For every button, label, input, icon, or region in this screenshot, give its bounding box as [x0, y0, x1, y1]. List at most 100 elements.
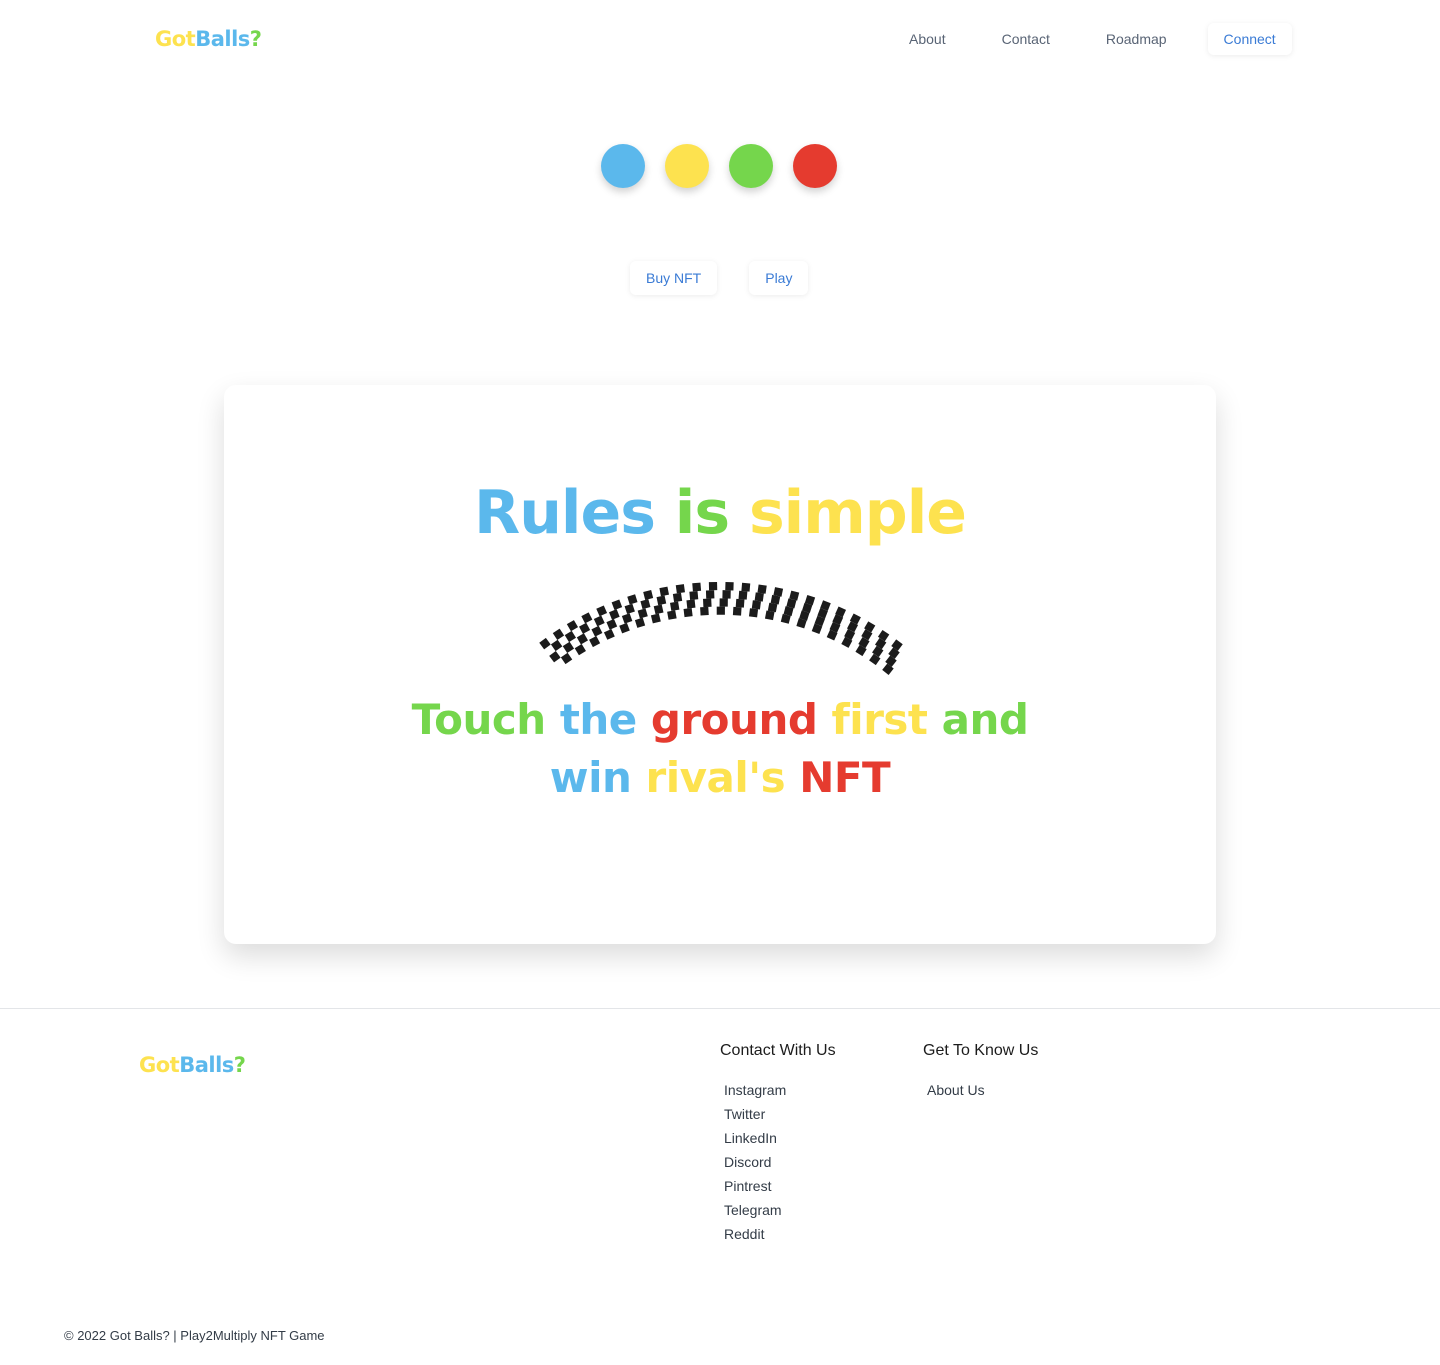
- subtitle-word: rival's: [645, 753, 786, 802]
- flag-square: [593, 615, 605, 627]
- flag-square: [564, 630, 577, 643]
- subtitle-word: win: [549, 753, 632, 802]
- flag-square: [705, 590, 715, 599]
- flag-square: [596, 605, 608, 617]
- flag-square: [549, 650, 561, 663]
- flag-square: [689, 591, 699, 600]
- logo-got: Got: [139, 1053, 180, 1077]
- footer-logo[interactable]: GotBalls?: [139, 1053, 246, 1077]
- flag-square: [754, 592, 764, 602]
- footer-link-discord[interactable]: Discord: [724, 1152, 836, 1176]
- flag-square: [603, 628, 615, 640]
- main-nav: About Contact Roadmap Connect: [890, 22, 1292, 56]
- ball-1: [665, 144, 709, 188]
- buy-nft-button[interactable]: Buy NFT: [630, 261, 718, 295]
- footer-know-column: Get To Know Us About Us: [923, 1042, 1038, 1104]
- flag-square: [741, 582, 751, 592]
- action-buttons: Buy NFT Play: [630, 261, 840, 295]
- nav-about[interactable]: About: [890, 22, 965, 56]
- flag-square: [692, 582, 702, 592]
- footer-link-pintrest[interactable]: Pintrest: [724, 1176, 836, 1200]
- page: GotBalls? About Contact Roadmap Connect …: [0, 0, 1440, 1365]
- footer-link-reddit[interactable]: Reddit: [724, 1224, 836, 1248]
- rules-subtitle-line1: Touch the ground first and: [224, 691, 1216, 749]
- flag-square: [748, 608, 759, 618]
- nav-contact[interactable]: Contact: [983, 22, 1069, 56]
- flag-square: [757, 584, 767, 594]
- flag-square: [719, 598, 728, 607]
- flag-square: [624, 603, 635, 615]
- footer-link-twitter[interactable]: Twitter: [724, 1104, 836, 1128]
- logo-question: ?: [249, 27, 262, 51]
- flag-square: [640, 599, 651, 610]
- flag-square: [606, 618, 618, 630]
- flag-square: [722, 590, 731, 599]
- title-word: simple: [748, 478, 967, 548]
- footer-divider: [0, 1008, 1440, 1009]
- flag-square: [659, 586, 669, 597]
- flag-square: [672, 592, 683, 603]
- flag-square: [562, 641, 575, 654]
- flag-square: [576, 633, 589, 645]
- connect-button[interactable]: Connect: [1207, 23, 1292, 55]
- play-button[interactable]: Play: [749, 261, 809, 295]
- flag-square: [686, 599, 696, 609]
- flag-square: [552, 628, 565, 640]
- flag-square: [566, 620, 579, 632]
- flag-square: [574, 643, 586, 656]
- flag-square: [621, 613, 633, 624]
- flag-square: [650, 613, 661, 624]
- footer-contact-heading: Contact With Us: [720, 1042, 836, 1059]
- flag-square: [669, 601, 680, 611]
- flag-square: [738, 590, 748, 600]
- logo-got: Got: [155, 27, 196, 51]
- rules-subtitle: Touch the ground first and win rival's N…: [224, 691, 1216, 807]
- footer-link-telegram[interactable]: Telegram: [724, 1200, 836, 1224]
- rules-title: Rules is simple: [224, 473, 1216, 553]
- footer-contact-column: Contact With Us Instagram Twitter LinkedIn…: [720, 1042, 836, 1248]
- flag-square: [735, 598, 745, 608]
- copyright: © 2022 Got Balls? | Play2Multiply NFT Ga…: [64, 1328, 325, 1343]
- flag-square: [675, 584, 685, 594]
- flag-square: [591, 625, 603, 637]
- subtitle-word: first: [831, 695, 928, 744]
- footer-link-about-us[interactable]: About Us: [927, 1080, 1038, 1104]
- flag-square: [703, 598, 712, 608]
- flag-square: [683, 608, 693, 618]
- nav-roadmap[interactable]: Roadmap: [1087, 22, 1186, 56]
- flag-square: [732, 606, 742, 616]
- logo-balls: Balls: [195, 27, 250, 51]
- flag-square: [773, 587, 784, 597]
- subtitle-word: the: [559, 695, 637, 744]
- rules-card: Rules is simple Touch the ground first a…: [224, 385, 1216, 944]
- footer-link-instagram[interactable]: Instagram: [724, 1080, 836, 1104]
- flag-square: [627, 594, 638, 605]
- flag-square: [589, 636, 601, 648]
- header-logo[interactable]: GotBalls?: [155, 27, 262, 51]
- flag-square: [656, 595, 667, 606]
- flag-square: [634, 617, 646, 628]
- flag-square: [767, 602, 778, 613]
- flag-square: [770, 594, 781, 605]
- logo-balls: Balls: [179, 1053, 234, 1077]
- rules-subtitle-line2: win rival's NFT: [224, 749, 1216, 807]
- subtitle-word: Touch: [411, 695, 547, 744]
- flag-square: [579, 622, 591, 634]
- flag-square: [667, 610, 677, 620]
- flag-square: [637, 608, 648, 619]
- flag-square: [708, 581, 718, 591]
- subtitle-word: ground: [650, 695, 818, 744]
- title-word: is: [674, 478, 730, 548]
- flag-square: [751, 600, 761, 610]
- title-word: Rules: [474, 478, 656, 548]
- footer-know-heading: Get To Know Us: [923, 1042, 1039, 1059]
- flag-square: [725, 582, 734, 591]
- flag-square: [581, 612, 593, 624]
- ball-2: [729, 144, 773, 188]
- flag-square: [700, 606, 709, 616]
- subtitle-word: and: [941, 695, 1029, 744]
- footer-link-linkedin[interactable]: LinkedIn: [724, 1128, 836, 1152]
- flag-square: [539, 637, 551, 650]
- footer-contact-links: Instagram Twitter LinkedIn Discord Pintrest T…: [720, 1080, 836, 1248]
- subtitle-word: NFT: [799, 753, 891, 802]
